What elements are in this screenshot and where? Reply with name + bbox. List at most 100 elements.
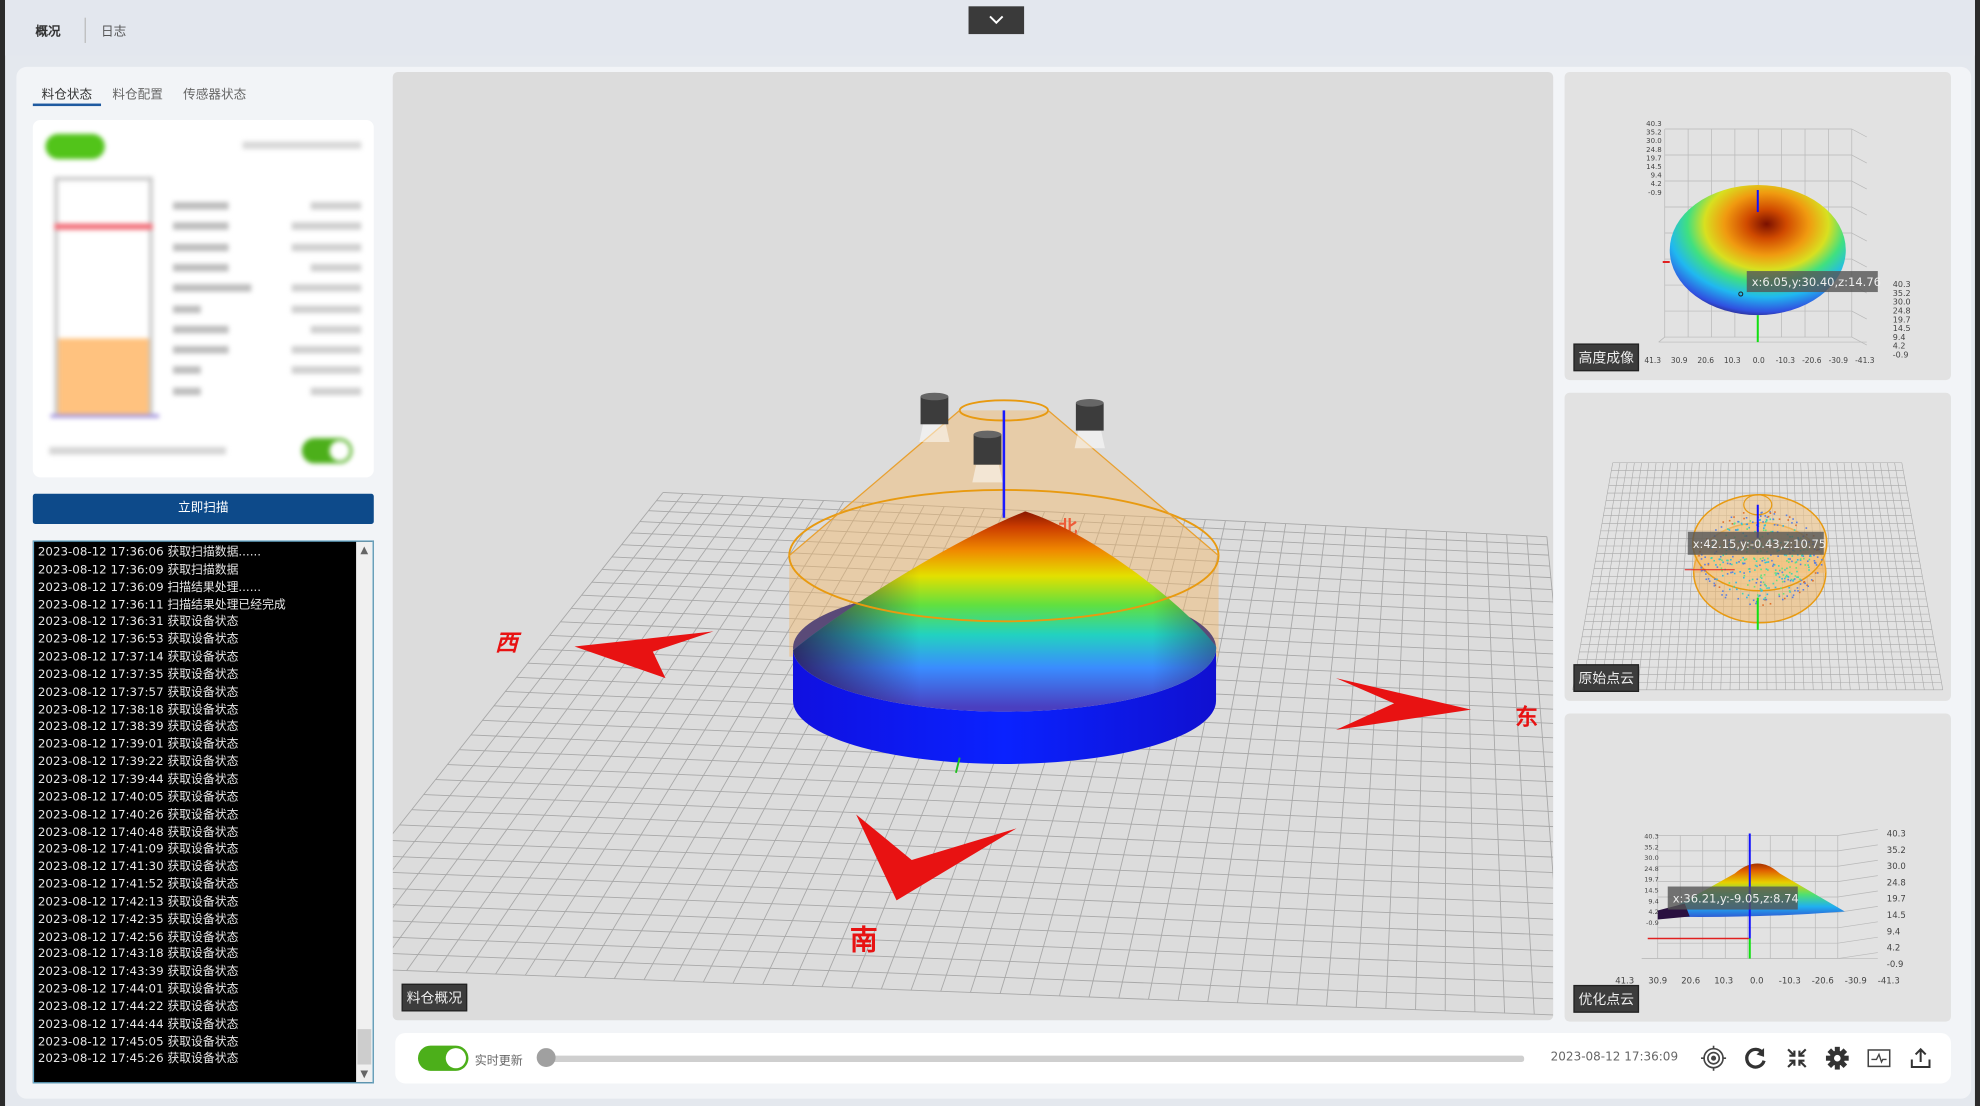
- cloud-point: [1777, 572, 1780, 575]
- export-icon[interactable]: [1908, 1046, 1933, 1071]
- scroll-down-icon[interactable]: ▼: [356, 1066, 372, 1082]
- scan-now-button[interactable]: 立即扫描: [32, 493, 374, 525]
- cloud-point: [1808, 558, 1811, 561]
- log-entry: 2023-08-12 17:43:18 获取设备状态: [37, 947, 239, 962]
- cloud-point: [1732, 555, 1734, 558]
- timeline-slider[interactable]: [545, 1055, 1525, 1062]
- sensor-icon[interactable]: [919, 392, 950, 442]
- cloud-point: [1807, 564, 1810, 566]
- cloud-point: [1792, 518, 1794, 520]
- cloud-point: [1720, 567, 1723, 570]
- tick-label: 30.9: [1648, 977, 1667, 987]
- blurred-text: [242, 141, 362, 150]
- cloud-point: [1799, 583, 1802, 585]
- tick-label: 30.0: [1893, 298, 1911, 307]
- cloud-point: [1767, 569, 1769, 571]
- grid-line: [1851, 180, 1867, 190]
- cloud-point: [1745, 517, 1748, 519]
- cloud-point: [1748, 526, 1751, 529]
- scroll-thumb[interactable]: [357, 1029, 372, 1065]
- cloud-point: [1713, 582, 1716, 585]
- direction-east: 东: [1515, 704, 1538, 731]
- tick-label: 24.8: [1646, 146, 1662, 154]
- sensor-icon[interactable]: [972, 430, 1003, 483]
- cloud-point: [1760, 590, 1763, 592]
- tab-log[interactable]: 日志: [101, 20, 126, 39]
- metric-value: [291, 243, 362, 251]
- tab-overview[interactable]: 概况: [35, 20, 60, 39]
- view-label: 高度成像: [1573, 343, 1640, 372]
- sensor-icon[interactable]: [1074, 399, 1105, 449]
- bin-status-card: [32, 119, 374, 478]
- tab-bin-status[interactable]: 料仓状态: [42, 83, 93, 102]
- tick-label: -20.6: [1802, 356, 1822, 365]
- cloud-point: [1731, 563, 1733, 566]
- grid-line: [1506, 534, 1535, 1015]
- cloud-point: [1821, 558, 1823, 561]
- cloud-point: [1743, 574, 1746, 577]
- tab-sensor-status[interactable]: 传感器状态: [183, 83, 246, 102]
- tick-label: 14.5: [1893, 324, 1911, 333]
- log-entry: 2023-08-12 17:41:30 获取设备状态: [37, 860, 239, 875]
- cloud-point: [1814, 572, 1817, 574]
- metric-label: [172, 304, 201, 313]
- refresh-icon[interactable]: [1743, 1046, 1768, 1071]
- gear-icon[interactable]: [1825, 1046, 1850, 1071]
- cloud-point: [1745, 523, 1748, 526]
- cloud-point: [1759, 558, 1762, 560]
- cloud-point: [1708, 580, 1711, 582]
- log-console[interactable]: 2023-08-12 17:36:06 获取扫描数据...... 2023-08-…: [32, 540, 374, 1084]
- cloud-point: [1777, 565, 1780, 567]
- tick-label: 19.7: [1646, 154, 1662, 162]
- log-entry: 2023-08-12 17:36:31 获取设备状态: [37, 615, 239, 630]
- view-label: 原始点云: [1573, 664, 1640, 692]
- height-image-view[interactable]: 40.3 35.2 30.0 24.8 19.7 14.5 9.4 4.2 -0.9 41.3 3…: [1564, 71, 1951, 381]
- auto-scan-toggle[interactable]: [301, 438, 353, 464]
- cloud-point: [1755, 560, 1758, 563]
- cloud-point: [1754, 564, 1757, 567]
- metric-label: [172, 202, 229, 210]
- tick-label: 19.7: [1893, 315, 1911, 324]
- cloud-point: [1728, 529, 1731, 531]
- grid-line: [1658, 336, 1665, 343]
- optimized-pointcloud-view[interactable]: 40.3 35.2 30.0 24.8 19.7 14.5 9.4 4.2 -0.9 41.3 3…: [1564, 713, 1951, 1022]
- log-list: 2023-08-12 17:36:06 获取扫描数据...... 2023-08-…: [38, 544, 286, 1068]
- timeline-slider-thumb[interactable]: [536, 1048, 556, 1068]
- tick-label: 40.3: [1887, 830, 1906, 840]
- cloud-point: [1765, 529, 1767, 532]
- cloud-point: [1769, 602, 1772, 605]
- target-icon[interactable]: [1700, 1045, 1727, 1071]
- realtime-update-toggle[interactable]: [417, 1045, 469, 1071]
- log-entry: 2023-08-12 17:37:35 获取设备状态: [37, 667, 239, 682]
- collapse-icon[interactable]: [1784, 1046, 1809, 1071]
- cloud-point: [1815, 564, 1818, 566]
- cloud-point: [1796, 521, 1798, 524]
- cloud-point: [1713, 584, 1716, 587]
- bin-3d-scene[interactable]: 西 北 东 南: [392, 72, 1554, 1020]
- log-entry: 2023-08-12 17:39:01 获取设备状态: [37, 737, 239, 752]
- cloud-point: [1755, 582, 1758, 584]
- log-entry: 2023-08-12 17:45:05 获取设备状态: [37, 1034, 239, 1049]
- cloud-point: [1762, 529, 1765, 532]
- tick-label: 30.0: [1646, 137, 1662, 145]
- log-scrollbar[interactable]: ▲ ▼: [356, 541, 373, 1083]
- cloud-point: [1781, 567, 1783, 570]
- grid-line: [1851, 336, 1867, 346]
- grid-line: [1837, 936, 1878, 944]
- cloud-point: [1792, 594, 1795, 597]
- scroll-up-icon[interactable]: ▲: [356, 542, 372, 558]
- tick-label: 20.6: [1697, 356, 1714, 365]
- cloud-point: [1763, 574, 1766, 576]
- cloud-point: [1753, 558, 1756, 560]
- tab-bin-config[interactable]: 料仓配置: [112, 83, 163, 102]
- cloud-point: [1748, 579, 1751, 582]
- raw-pointcloud-view[interactable]: x:42.15,y:-0.43,z:10.75 原始点云: [1564, 392, 1951, 701]
- tick-label: 19.7: [1644, 876, 1658, 884]
- bin-3d-view[interactable]: 西 北 东 南 料仓概况: [392, 71, 1554, 1021]
- grid-line: [1837, 875, 1878, 882]
- cloud-point: [1772, 518, 1774, 521]
- cloud-point: [1787, 576, 1790, 578]
- collapse-header-button[interactable]: [968, 6, 1025, 35]
- monitor-icon[interactable]: [1866, 1046, 1891, 1071]
- cloud-point: [1742, 556, 1745, 559]
